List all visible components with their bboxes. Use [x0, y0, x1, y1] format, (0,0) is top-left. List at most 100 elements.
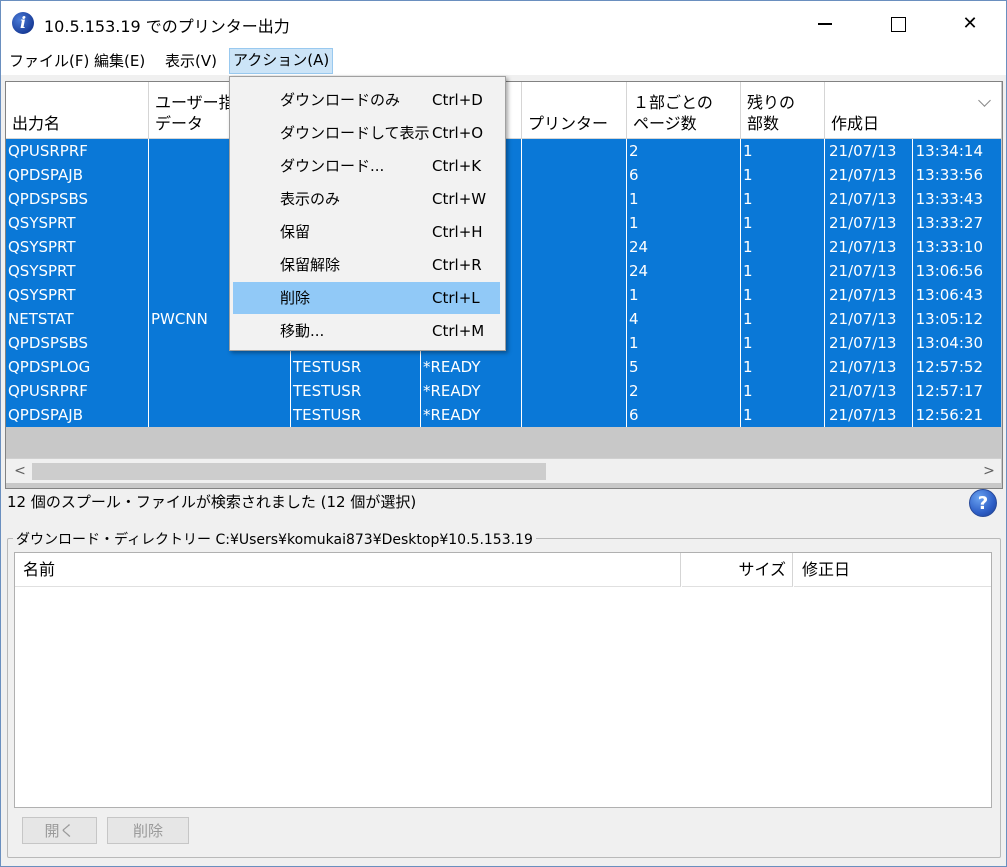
- table-row[interactable]: QPUSRPRF TESTUSR *READY 2 1 21/07/13 12:57:17: [6, 379, 1001, 403]
- cell-printer: [522, 259, 627, 283]
- menu-item-action-0[interactable]: ダウンロードのみ Ctrl+D: [233, 84, 500, 116]
- maximize-button[interactable]: [863, 1, 933, 47]
- cell-created-date: 21/07/13: [825, 139, 913, 163]
- menu-item-action-3[interactable]: 表示のみ Ctrl+W: [233, 183, 500, 215]
- menu-item-action-5[interactable]: 保留解除 Ctrl+R: [233, 249, 500, 281]
- cell-printer: [522, 307, 627, 331]
- cell-printer: [522, 163, 627, 187]
- minimize-button[interactable]: [790, 1, 860, 47]
- cell-created-time: 12:56:21: [915, 406, 983, 424]
- cell-pages: 1: [627, 283, 741, 307]
- cell-output-name: QPUSRPRF: [6, 139, 149, 163]
- horizontal-scrollbar[interactable]: < >: [6, 458, 1001, 483]
- delete-button[interactable]: 削除: [107, 817, 189, 844]
- cell-created-date: 21/07/13: [825, 235, 913, 259]
- cell-copies: 1: [741, 355, 825, 379]
- menu-action[interactable]: アクション(A): [229, 48, 334, 74]
- menu-item-label: ダウンロードのみ: [280, 91, 401, 109]
- cell-pages: 2: [627, 379, 741, 403]
- cell-pages: 2: [627, 139, 741, 163]
- col-header-output-name[interactable]: 出力名: [6, 82, 149, 139]
- cell-created-time: 13:33:10: [915, 238, 983, 256]
- open-button[interactable]: 開く: [22, 817, 97, 844]
- col-header-name[interactable]: 名前: [15, 553, 681, 587]
- menu-item-shortcut: Ctrl+M: [432, 322, 485, 340]
- menu-item-action-1[interactable]: ダウンロードして表示 Ctrl+O: [233, 117, 500, 149]
- cell-printer: [522, 283, 627, 307]
- cell-created-time: 12:57:17: [915, 382, 983, 400]
- action-menu-dropdown: ダウンロードのみ Ctrl+D ダウンロードして表示 Ctrl+O ダウンロード... C…: [229, 76, 506, 351]
- col-header-printer[interactable]: プリンター: [522, 82, 627, 139]
- cell-copies: 1: [741, 139, 825, 163]
- cell-output-name: NETSTAT: [6, 307, 149, 331]
- cell-copies: 1: [741, 307, 825, 331]
- menu-item-shortcut: Ctrl+R: [432, 256, 482, 274]
- help-icon[interactable]: ?: [969, 489, 997, 517]
- cell-printer: [522, 403, 627, 427]
- cell-user-data: [149, 379, 291, 403]
- cell-created-time: 13:33:56: [915, 166, 983, 184]
- menu-item-label: 表示のみ: [280, 190, 341, 208]
- cell-created-date: 21/07/13: [825, 403, 913, 427]
- cell-pages: 6: [627, 403, 741, 427]
- cell-status: *READY: [421, 403, 522, 427]
- cell-printer: [522, 187, 627, 211]
- cell-output-name: QSYSPRT: [6, 211, 149, 235]
- minimize-icon: [818, 23, 832, 25]
- status-text: 12 個のスプール・ファイルが検索されました (12 個が選択): [7, 493, 417, 511]
- cell-printer: [522, 379, 627, 403]
- menu-item-action-2[interactable]: ダウンロード... Ctrl+K: [233, 150, 500, 182]
- menu-item-shortcut: Ctrl+K: [432, 157, 482, 175]
- download-directory-label: ダウンロード・ディレクトリー C:¥Users¥komukai873¥Deskt…: [13, 529, 536, 549]
- table-row[interactable]: QPDSPAJB TESTUSR *READY 6 1 21/07/13 12:56:21: [6, 403, 1001, 427]
- close-button[interactable]: ✕: [935, 1, 1005, 47]
- menu-item-label: ダウンロードして表示: [280, 124, 430, 142]
- cell-pages: 6: [627, 163, 741, 187]
- maximize-icon: [890, 16, 906, 32]
- scroll-thumb[interactable]: [32, 463, 546, 480]
- cell-user: TESTUSR: [291, 403, 421, 427]
- cell-created-time: 13:33:27: [915, 214, 983, 232]
- menu-item-action-6[interactable]: 削除 Ctrl+L: [233, 282, 500, 314]
- cell-copies: 1: [741, 331, 825, 355]
- table-row[interactable]: QPDSPLOG TESTUSR *READY 5 1 21/07/13 12:57:52: [6, 355, 1001, 379]
- cell-pages: 1: [627, 331, 741, 355]
- cell-printer: [522, 355, 627, 379]
- cell-output-name: QSYSPRT: [6, 283, 149, 307]
- app-window: i 10.5.153.19 でのプリンター出力 ✕ ファイル(F) 編集(E) …: [0, 0, 1007, 867]
- col-header-copies[interactable]: 残りの 部数: [741, 82, 825, 139]
- cell-status: *READY: [421, 355, 522, 379]
- cell-copies: 1: [741, 235, 825, 259]
- cell-output-name: QPDSPSBS: [6, 331, 149, 355]
- menu-item-shortcut: Ctrl+W: [432, 190, 487, 208]
- cell-created-time: 13:06:43: [915, 286, 983, 304]
- col-header-size[interactable]: サイズ: [682, 553, 793, 587]
- menu-item-action-4[interactable]: 保留 Ctrl+H: [233, 216, 500, 248]
- download-file-list[interactable]: 名前 サイズ 修正日: [14, 552, 992, 808]
- cell-copies: 1: [741, 283, 825, 307]
- menu-item-shortcut: Ctrl+D: [432, 91, 483, 109]
- scroll-left-icon[interactable]: <: [10, 459, 30, 483]
- menu-item-shortcut: Ctrl+O: [432, 124, 484, 142]
- col-header-created[interactable]: 作成日: [825, 82, 1001, 139]
- col-header-modified[interactable]: 修正日: [794, 553, 991, 587]
- menu-file[interactable]: ファイル(F): [6, 49, 92, 73]
- window-title: 10.5.153.19 でのプリンター出力: [44, 17, 290, 36]
- cell-pages: 1: [627, 211, 741, 235]
- cell-user-data: [149, 403, 291, 427]
- scroll-right-icon[interactable]: >: [979, 459, 999, 483]
- cell-pages: 5: [627, 355, 741, 379]
- menu-bar: ファイル(F) 編集(E) 表示(V) アクション(A): [1, 47, 1006, 75]
- cell-user: TESTUSR: [291, 379, 421, 403]
- menu-view[interactable]: 表示(V): [162, 49, 220, 73]
- col-header-pages[interactable]: １部ごとの ページ数: [627, 82, 741, 139]
- menu-edit[interactable]: 編集(E): [91, 49, 148, 73]
- cell-pages: 1: [627, 187, 741, 211]
- cell-output-name: QPDSPAJB: [6, 403, 149, 427]
- cell-created-time: 12:57:52: [915, 358, 983, 376]
- cell-created-date: 21/07/13: [825, 307, 913, 331]
- cell-created-date: 21/07/13: [825, 331, 913, 355]
- cell-created-date: 21/07/13: [825, 283, 913, 307]
- cell-created-date: 21/07/13: [825, 187, 913, 211]
- menu-item-action-7[interactable]: 移動... Ctrl+M: [233, 315, 500, 347]
